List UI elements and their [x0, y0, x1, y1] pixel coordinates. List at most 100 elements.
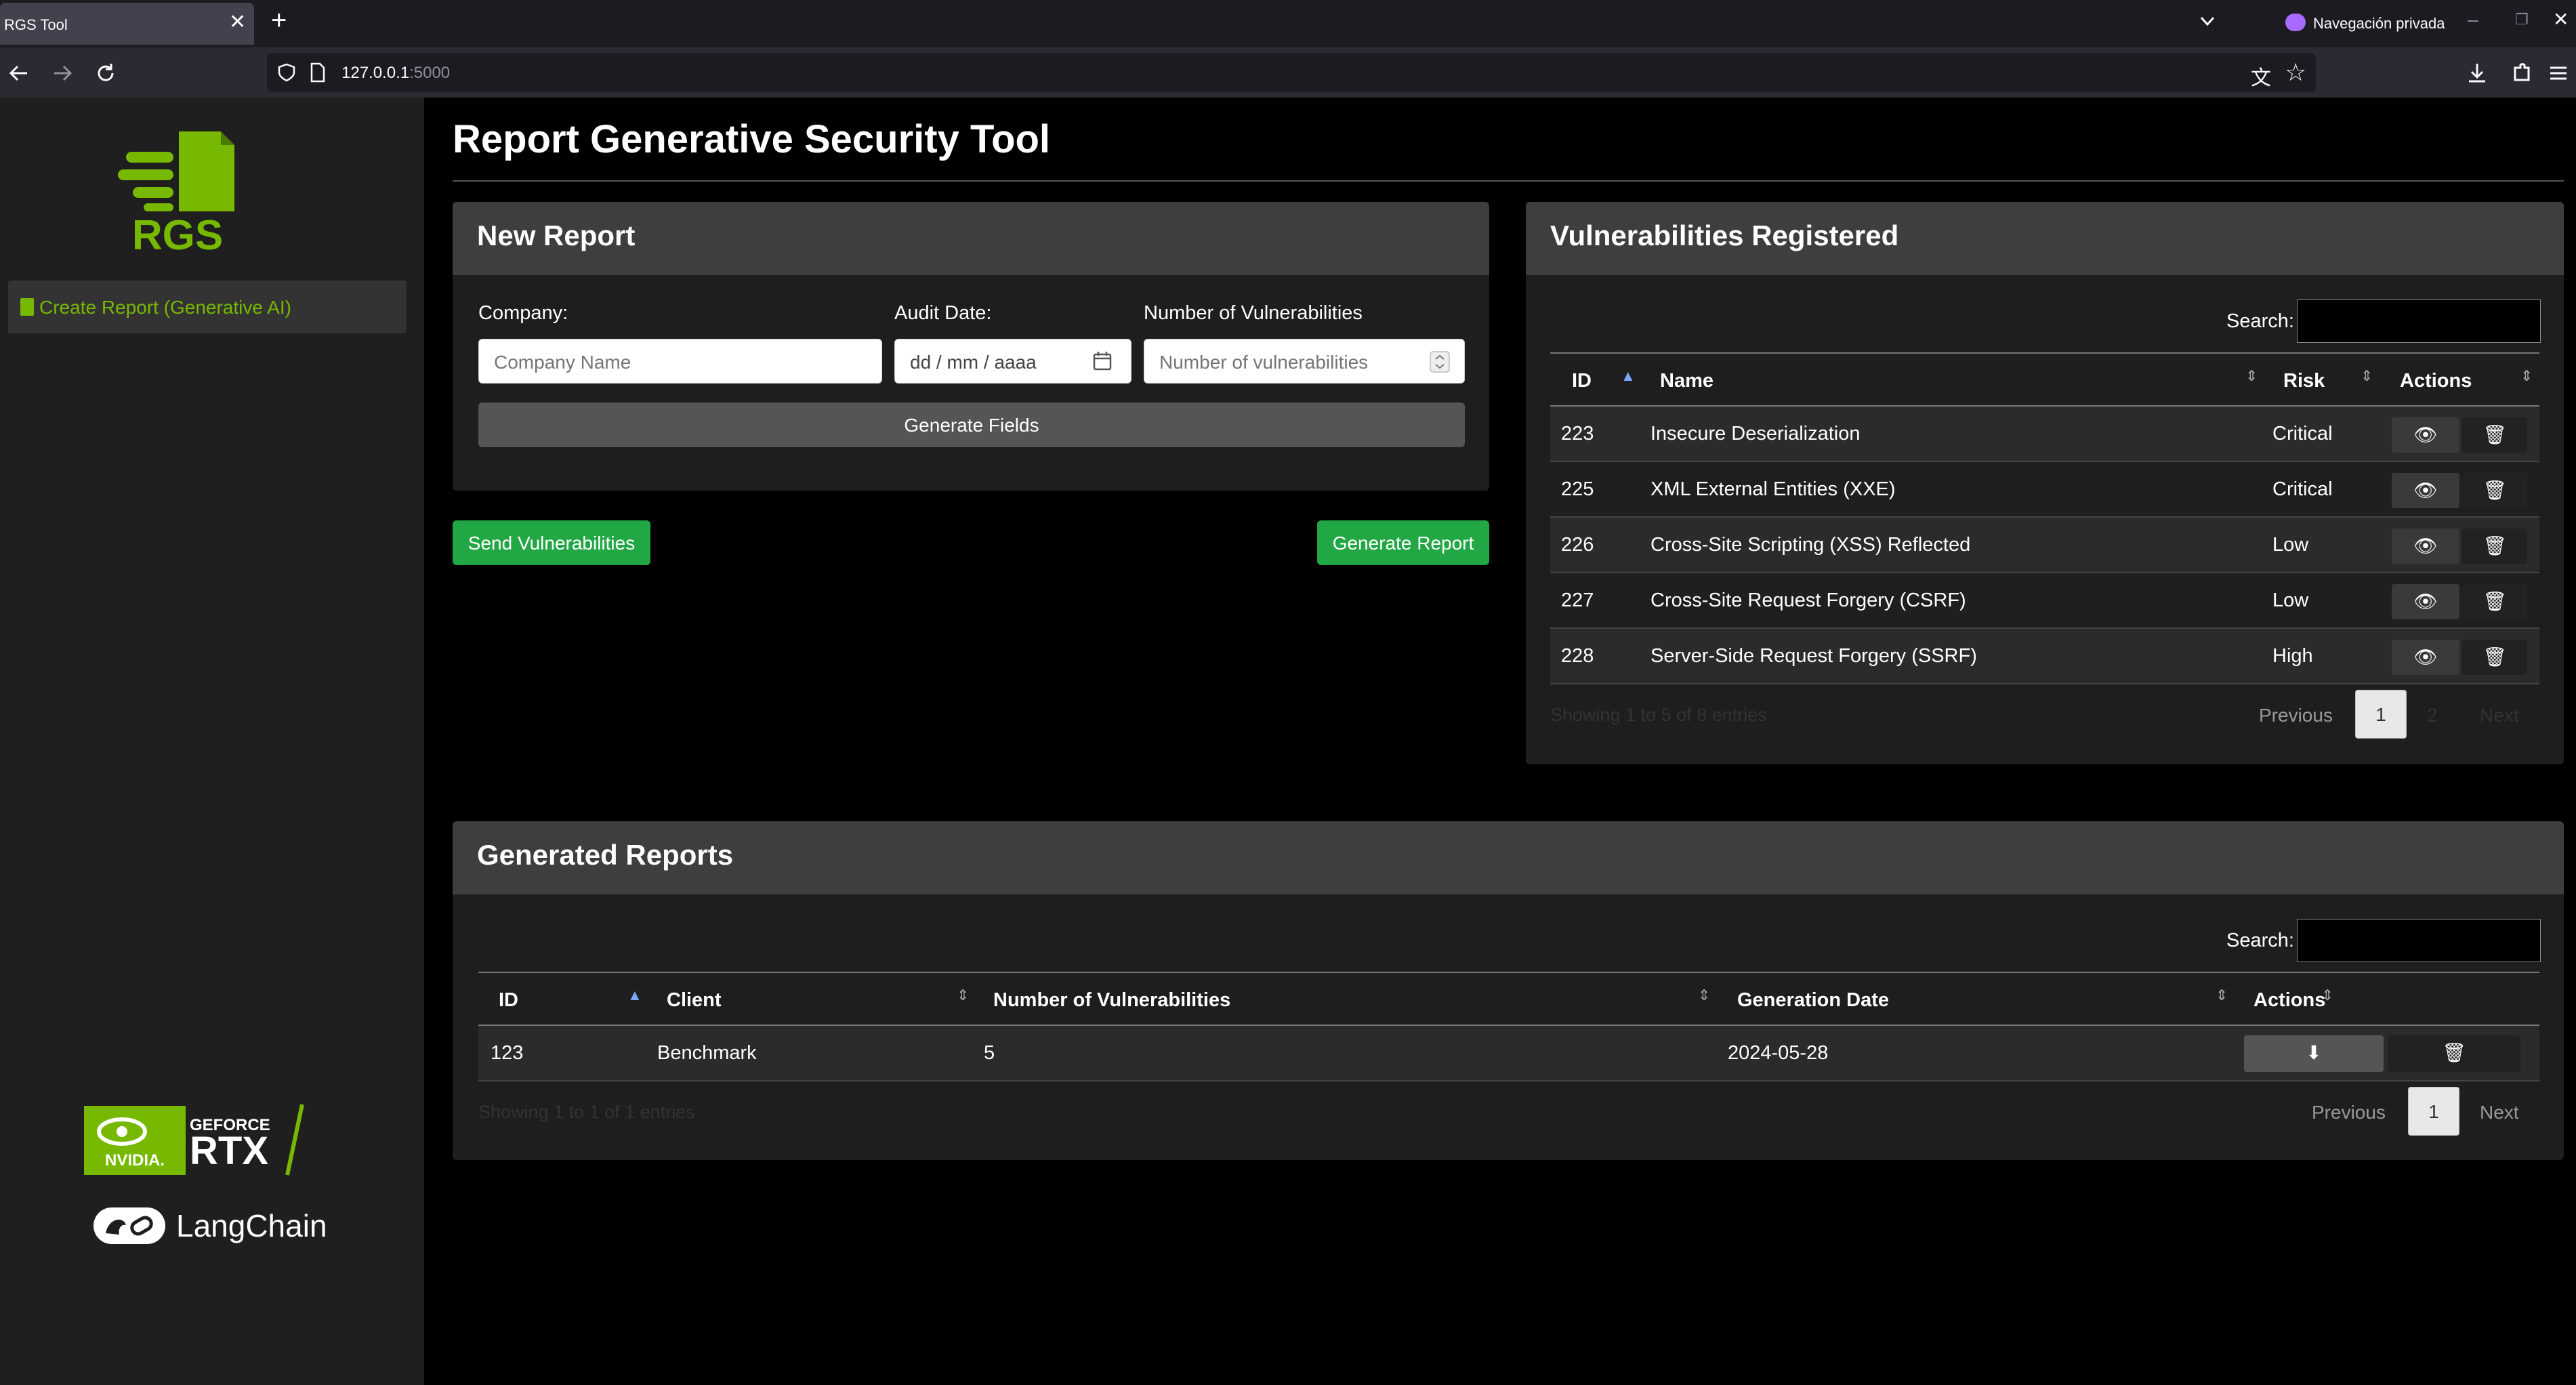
vulns-previous-button[interactable]: Previous	[2259, 705, 2333, 726]
column-header-id[interactable]: ID	[1572, 370, 1592, 392]
rtx-text: RTX	[190, 1129, 268, 1173]
vuln-count-placeholder: Number of vulnerabilities	[1159, 352, 1369, 373]
restore-icon[interactable]: ❐	[2515, 9, 2529, 30]
vulnerabilities-header: Vulnerabilities Registered	[1526, 202, 2564, 275]
view-button[interactable]: 👁	[2392, 584, 2459, 619]
eye-icon: 👁	[2413, 591, 2438, 612]
generate-report-button[interactable]: Generate Report	[1317, 520, 1489, 565]
sort-icon[interactable]: ⇕	[1698, 988, 1710, 1003]
company-placeholder: Company Name	[494, 352, 631, 373]
sort-icon[interactable]: ⇕	[2520, 369, 2533, 384]
sort-asc-icon[interactable]: ▲	[1621, 369, 1636, 384]
view-button[interactable]: 👁	[2392, 640, 2459, 675]
vulns-page-1-button[interactable]: 1	[2355, 690, 2407, 739]
bookmark-star-icon[interactable]: ☆	[2285, 58, 2306, 87]
extensions-icon[interactable]	[2510, 61, 2534, 85]
reports-next-button[interactable]: Next	[2480, 1102, 2519, 1123]
vulns-page-2-button[interactable]: 2	[2427, 705, 2438, 726]
cell-risk: Critical	[2272, 423, 2333, 445]
audit-date-input[interactable]: dd / mm / aaaa	[894, 339, 1131, 384]
column-header-risk[interactable]: Risk	[2283, 370, 2325, 392]
reports-table-info: Showing 1 to 1 of 1 entries	[478, 1102, 695, 1122]
send-vulnerabilities-button[interactable]: Send Vulnerabilities	[453, 520, 650, 565]
number-stepper-icon[interactable]	[1429, 350, 1451, 373]
vulns-next-button[interactable]: Next	[2480, 705, 2519, 726]
send-vulnerabilities-label: Send Vulnerabilities	[468, 533, 636, 554]
eye-icon: 👁	[2413, 646, 2438, 667]
delete-button[interactable]: 🗑	[2462, 584, 2527, 619]
table-row: 123 Benchmark 5 2024-05-28 ⬇ 🗑	[478, 1026, 2539, 1081]
url-bar[interactable]: 127.0.0.1:5000 文 ☆	[267, 53, 2316, 92]
trash-icon: 🗑	[2482, 646, 2507, 667]
generate-fields-label: Generate Fields	[904, 415, 1039, 436]
langchain-text: LangChain	[176, 1208, 327, 1243]
browser-tab-bar: RGS Tool ✕ + Navegación privada – ❐ ✕	[0, 0, 2576, 47]
calendar-icon[interactable]	[1092, 350, 1113, 372]
back-icon[interactable]	[7, 61, 31, 85]
column-header-actions[interactable]: Actions	[2253, 989, 2325, 1012]
generated-reports-header: Generated Reports	[453, 821, 2564, 894]
download-icon[interactable]	[2465, 61, 2489, 85]
tab-title: RGS Tool	[4, 16, 68, 33]
sort-icon[interactable]: ⇕	[2361, 369, 2373, 384]
sort-icon[interactable]: ⇕	[957, 988, 969, 1003]
browser-nav-bar: 127.0.0.1:5000 文 ☆	[0, 47, 2576, 98]
column-header-client[interactable]: Client	[667, 989, 722, 1012]
column-header-id[interactable]: ID	[499, 989, 518, 1012]
translate-icon[interactable]: 文	[2251, 61, 2271, 91]
view-button[interactable]: 👁	[2392, 473, 2459, 508]
sort-icon[interactable]: ⇕	[2216, 988, 2228, 1003]
table-row: 226 Cross-Site Scripting (XSS) Reflected…	[1550, 518, 2539, 573]
reports-previous-button[interactable]: Previous	[2312, 1102, 2386, 1123]
url-host: 127.0.0.1	[341, 64, 410, 82]
delete-button[interactable]: 🗑	[2462, 473, 2527, 508]
page-icon[interactable]	[309, 62, 327, 83]
table-row: 223 Insecure Deserialization Critical 👁 …	[1550, 407, 2539, 462]
new-tab-button[interactable]: +	[271, 7, 287, 34]
eye-icon: 👁	[2413, 424, 2438, 445]
minimize-icon[interactable]: –	[2468, 9, 2478, 30]
sort-icon[interactable]: ⇕	[2321, 988, 2333, 1003]
reload-icon[interactable]	[94, 61, 118, 85]
cell-generation-date: 2024-05-28	[1728, 1042, 1829, 1064]
sort-icon[interactable]: ⇕	[2245, 369, 2258, 384]
reports-page-1-button[interactable]: 1	[2408, 1087, 2459, 1136]
sort-asc-icon[interactable]: ▲	[627, 988, 642, 1003]
cell-id: 223	[1561, 423, 1594, 445]
sidebar-item-create-report[interactable]: Create Report (Generative AI)	[8, 281, 407, 333]
vulns-search-input[interactable]	[2297, 299, 2541, 343]
cell-risk: Low	[2272, 590, 2309, 611]
download-report-button[interactable]: ⬇	[2244, 1035, 2384, 1072]
vuln-count-input[interactable]: Number of vulnerabilities	[1144, 339, 1465, 384]
close-window-icon[interactable]: ✕	[2553, 9, 2569, 30]
column-header-vuln-count[interactable]: Number of Vulnerabilities	[993, 989, 1230, 1012]
cell-name: XML External Entities (XXE)	[1650, 478, 1896, 500]
browser-tab[interactable]: RGS Tool ✕	[0, 3, 254, 45]
column-header-name[interactable]: Name	[1660, 370, 1713, 392]
delete-button[interactable]: 🗑	[2462, 417, 2527, 453]
rgs-logo-text: RGS	[132, 212, 223, 256]
new-report-header: New Report	[453, 202, 1489, 275]
delete-report-button[interactable]: 🗑	[2388, 1035, 2520, 1072]
column-header-generation-date[interactable]: Generation Date	[1737, 989, 1889, 1012]
delete-button[interactable]: 🗑	[2462, 529, 2527, 564]
nvidia-text: NVIDIA.	[105, 1151, 165, 1170]
page-title: Report Generative Security Tool	[453, 117, 1051, 161]
view-button[interactable]: 👁	[2392, 417, 2459, 453]
reports-search-input[interactable]	[2297, 919, 2541, 962]
generate-report-label: Generate Report	[1332, 533, 1474, 554]
forward-icon[interactable]	[50, 61, 75, 85]
shield-icon[interactable]	[276, 62, 297, 83]
delete-button[interactable]: 🗑	[2462, 640, 2527, 675]
menu-icon[interactable]	[2546, 61, 2571, 85]
sidebar-item-label: Create Report (Generative AI)	[39, 297, 291, 318]
close-tab-icon[interactable]: ✕	[229, 12, 246, 33]
generate-fields-button[interactable]: Generate Fields	[478, 402, 1465, 447]
chevron-down-icon[interactable]	[2197, 11, 2218, 31]
url-text[interactable]: 127.0.0.1:5000	[341, 64, 450, 83]
view-button[interactable]: 👁	[2392, 529, 2459, 564]
cell-risk: Critical	[2272, 478, 2333, 500]
column-header-actions[interactable]: Actions	[2400, 370, 2472, 392]
company-input[interactable]: Company Name	[478, 339, 882, 384]
eye-icon: 👁	[2413, 535, 2438, 556]
